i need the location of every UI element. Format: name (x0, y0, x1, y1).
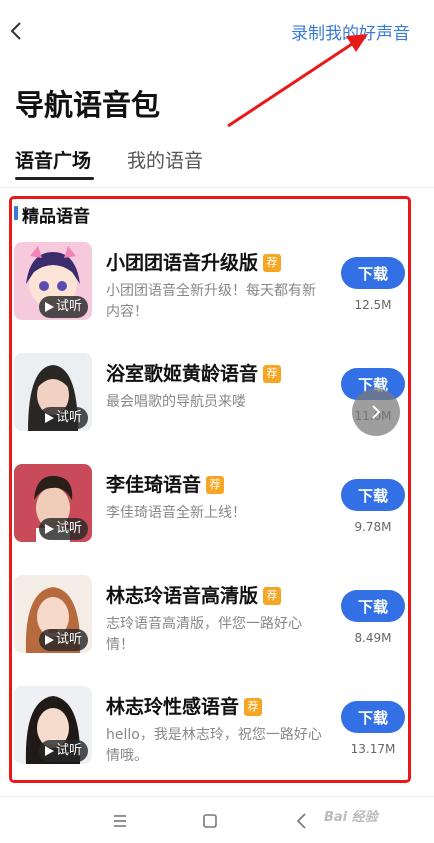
download-button[interactable]: 下载 (341, 257, 405, 289)
section-accent-bar (14, 206, 18, 220)
section-title: 精品语音 (22, 207, 90, 227)
voice-title: 林志玲语音高清版荐 (106, 581, 282, 608)
voice-thumbnail[interactable]: 试听 (14, 686, 92, 764)
preview-label: 试听 (56, 410, 83, 425)
chevron-left-icon[interactable] (6, 20, 28, 42)
preview-button[interactable]: 试听 (39, 629, 89, 651)
file-size: 12.5M (354, 298, 392, 312)
watermark: Bai 经验 (324, 810, 378, 825)
play-icon (45, 524, 54, 534)
voice-list-item[interactable]: 试听 林志玲语音高清版荐 志玲语音高清版，伴您一路好心情！ 下载 8.49M (0, 575, 434, 665)
record-voice-link[interactable]: 录制我的好声音 (291, 19, 410, 44)
voice-list-item[interactable]: 试听 小团团语音升级版荐 小团团语音全新升级！每天都有新内容！ 下载 12.5M (0, 242, 434, 332)
next-page-button[interactable] (352, 388, 400, 436)
preview-label: 试听 (56, 521, 83, 536)
preview-button[interactable]: 试听 (39, 296, 89, 318)
file-size: 9.78M (354, 520, 392, 534)
voice-description: 李佳琦语音全新上线！ (106, 505, 246, 521)
divider (0, 796, 434, 797)
voice-thumbnail[interactable]: 试听 (14, 575, 92, 653)
voice-thumbnail[interactable]: 试听 (14, 464, 92, 542)
voice-list-item[interactable]: 试听 李佳琦语音荐 李佳琦语音全新上线！ 下载 9.78M (0, 464, 434, 554)
recommend-badge: 荐 (244, 698, 263, 716)
play-icon (45, 413, 54, 423)
file-size: 13.17M (350, 742, 396, 756)
voice-description: 志玲语音高清版，伴您一路好心情！ (106, 616, 302, 653)
file-size: 8.49M (354, 631, 392, 645)
menu-icon[interactable] (110, 812, 130, 830)
voice-description: 小团团语音全新升级！每天都有新内容！ (106, 283, 316, 320)
download-button[interactable]: 下载 (341, 479, 405, 511)
play-icon (45, 302, 54, 312)
voice-description: 最会唱歌的导航员来喽 (106, 394, 246, 410)
back-triangle-icon[interactable] (292, 812, 312, 830)
voice-list-item[interactable]: 试听 林志玲性感语音荐 hello，我是林志玲，祝您一路好心情哦。 下载 13.… (0, 686, 434, 776)
preview-label: 试听 (56, 632, 83, 647)
download-button[interactable]: 下载 (341, 701, 405, 733)
play-icon (45, 746, 54, 756)
page-title: 导航语音包 (15, 88, 161, 122)
voice-title: 小团团语音升级版荐 (106, 248, 282, 275)
active-tab-indicator (15, 177, 94, 180)
recommend-badge: 荐 (263, 587, 282, 605)
preview-label: 试听 (56, 299, 83, 314)
tab-my-voice[interactable]: 我的语音 (127, 146, 203, 173)
download-button[interactable]: 下载 (341, 590, 405, 622)
voice-thumbnail[interactable]: 试听 (14, 353, 92, 431)
tab-voice-square[interactable]: 语音广场 (15, 146, 91, 173)
divider (0, 187, 434, 188)
recommend-badge: 荐 (206, 476, 225, 494)
voice-title: 浴室歌姬黄龄语音荐 (106, 359, 282, 386)
preview-button[interactable]: 试听 (39, 518, 89, 540)
chevron-right-icon (372, 405, 381, 419)
voice-thumbnail[interactable]: 试听 (14, 242, 92, 320)
recommend-badge: 荐 (263, 254, 282, 272)
home-square-icon[interactable] (200, 812, 220, 830)
preview-button[interactable]: 试听 (39, 407, 89, 429)
voice-title: 林志玲性感语音荐 (106, 692, 263, 719)
preview-button[interactable]: 试听 (39, 740, 89, 762)
preview-label: 试听 (56, 743, 83, 758)
recommend-badge: 荐 (263, 365, 282, 383)
voice-title: 李佳琦语音荐 (106, 470, 225, 497)
play-icon (45, 635, 54, 645)
voice-description: hello，我是林志玲，祝您一路好心情哦。 (106, 727, 322, 764)
